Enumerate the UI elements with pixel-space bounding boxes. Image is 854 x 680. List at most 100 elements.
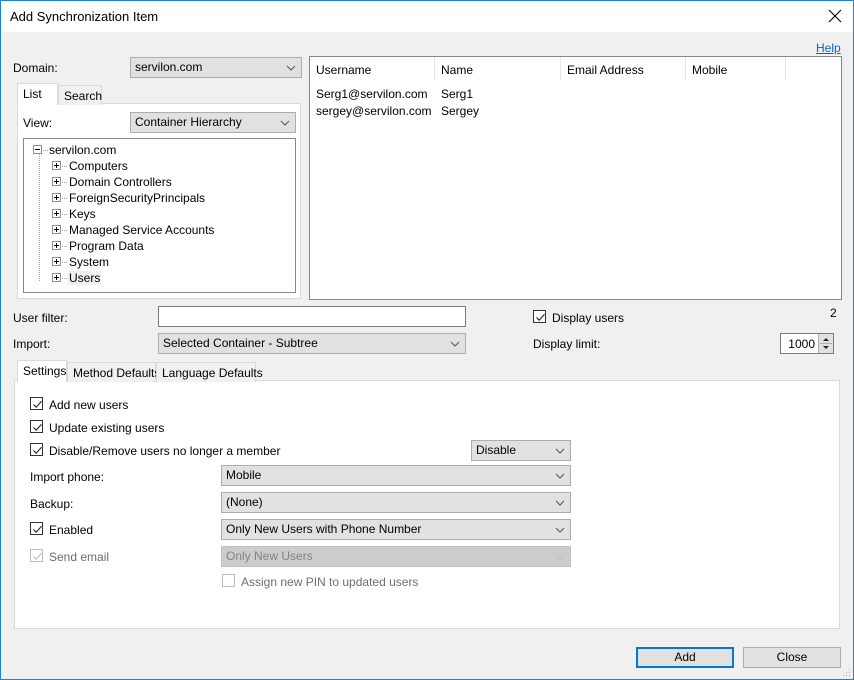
update-existing-users-checkbox[interactable] — [30, 420, 43, 433]
tree-connector — [62, 166, 67, 167]
chevron-down-icon — [286, 65, 296, 71]
table-cell: Serg1@servilon.com — [316, 87, 428, 101]
tree-node-label: servilon.com — [49, 143, 117, 157]
collapse-icon[interactable] — [33, 145, 42, 154]
display-limit-spinner[interactable]: 1000 — [780, 333, 834, 354]
check-icon — [536, 313, 545, 321]
expand-icon[interactable] — [52, 257, 61, 266]
tree-connector — [62, 198, 67, 199]
view-label: View: — [23, 116, 53, 130]
tree-connector — [62, 262, 67, 263]
enabled-select[interactable]: Only New Users with Phone Number — [221, 519, 571, 540]
tree-node-label: Managed Service Accounts — [69, 223, 215, 237]
view-value: Container Hierarchy — [135, 115, 242, 129]
tree-node-label: System — [69, 255, 110, 269]
expand-icon[interactable] — [52, 209, 61, 218]
tree-node-label: Program Data — [69, 239, 144, 253]
column-header[interactable]: Username — [310, 57, 435, 80]
display-users-checkbox[interactable] — [533, 310, 546, 323]
display-users-label: Display users — [552, 311, 625, 325]
view-select[interactable]: Container Hierarchy — [130, 112, 296, 133]
check-icon — [33, 400, 42, 408]
send-email-checkbox[interactable] — [30, 549, 43, 562]
display-limit-value: 1000 — [788, 337, 815, 351]
tab-list-label: List — [23, 87, 42, 101]
tree-connector — [62, 214, 67, 215]
user-filter-label: User filter: — [13, 311, 68, 325]
title-bar: Add Synchronization Item — [1, 1, 853, 32]
expand-icon[interactable] — [52, 161, 61, 170]
add-button[interactable]: Add — [636, 647, 734, 668]
import-phone-select[interactable]: Mobile — [221, 465, 571, 486]
user-count: 2 — [830, 306, 837, 320]
add-sync-item-dialog: Add Synchronization Item Help Domain: se… — [0, 0, 854, 680]
import-phone-label: Import phone: — [30, 470, 105, 484]
expand-icon[interactable] — [52, 193, 61, 202]
tree-node-label: Keys — [69, 207, 96, 221]
tree-connector — [43, 150, 48, 151]
chevron-down-icon — [555, 554, 565, 560]
add-new-users-label: Add new users — [49, 398, 129, 412]
tree-line — [39, 154, 40, 281]
tab-search[interactable]: Search — [58, 85, 102, 105]
tree-connector — [62, 246, 67, 247]
tab-language-defaults[interactable]: Language Defaults — [156, 362, 263, 382]
backup-select[interactable]: (None) — [221, 492, 571, 513]
tab-list[interactable]: List — [17, 83, 58, 105]
tab-method-defaults[interactable]: Method Defaults — [67, 362, 160, 382]
users-list[interactable]: Username Name Email Address Mobile Serg1@se… — [309, 56, 842, 300]
disable-action-value: Disable — [476, 443, 517, 457]
check-icon — [33, 446, 42, 454]
expand-icon[interactable] — [52, 241, 61, 250]
update-existing-users-label: Update existing users — [49, 421, 165, 435]
send-email-select[interactable]: Only New Users — [221, 546, 571, 567]
container-tree[interactable]: servilon.com Computers Domain Controllers… — [23, 138, 296, 293]
expand-icon[interactable] — [52, 273, 61, 282]
spin-buttons[interactable] — [818, 334, 833, 353]
table-row[interactable]: sergey@servilon.com Sergey — [310, 104, 841, 121]
tab-settings-label: Settings — [23, 364, 67, 378]
tree-connector — [62, 182, 67, 183]
column-header[interactable]: Email Address — [561, 57, 686, 80]
close-button[interactable]: Close — [743, 647, 841, 668]
disable-remove-label: Disable/Remove users no longer a member — [49, 444, 281, 458]
send-email-value: Only New Users — [226, 549, 313, 563]
spin-up-down-icon — [820, 338, 832, 349]
table-cell: Sergey — [441, 104, 480, 118]
enabled-checkbox[interactable] — [30, 522, 43, 535]
help-link[interactable]: Help — [816, 41, 841, 55]
column-header[interactable]: Name — [435, 57, 561, 80]
close-x-icon[interactable] — [825, 5, 845, 27]
table-cell: sergey@servilon.com — [316, 104, 432, 118]
check-icon — [33, 552, 42, 560]
check-icon — [33, 423, 42, 431]
domain-select[interactable]: servilon.com — [130, 57, 302, 78]
tab-language-defaults-label: Language Defaults — [162, 366, 263, 380]
tree-connector — [62, 230, 67, 231]
table-row[interactable]: Serg1@servilon.com Serg1 — [310, 87, 841, 104]
column-header[interactable]: Mobile — [686, 57, 786, 80]
tree-node-label: ForeignSecurityPrincipals — [69, 191, 206, 205]
import-select[interactable]: Selected Container - Subtree — [158, 333, 466, 354]
tab-settings[interactable]: Settings — [17, 360, 67, 382]
table-cell: Serg1 — [441, 87, 474, 101]
expand-icon[interactable] — [52, 225, 61, 234]
import-phone-value: Mobile — [226, 468, 262, 482]
add-new-users-checkbox[interactable] — [30, 397, 43, 410]
assign-pin-label: Assign new PIN to updated users — [241, 575, 419, 589]
window-title: Add Synchronization Item — [10, 9, 159, 24]
expand-icon[interactable] — [52, 177, 61, 186]
user-filter-input[interactable] — [158, 306, 466, 327]
chevron-down-icon — [555, 527, 565, 533]
resize-grip-icon[interactable] — [841, 667, 851, 677]
assign-pin-checkbox[interactable] — [222, 574, 235, 587]
disable-remove-checkbox[interactable] — [30, 443, 43, 456]
check-icon — [33, 525, 42, 533]
domain-label: Domain: — [13, 61, 58, 75]
domain-value: servilon.com — [135, 60, 203, 74]
backup-label: Backup: — [30, 497, 74, 511]
chevron-down-icon — [280, 120, 290, 126]
tree-connector — [62, 278, 67, 279]
import-value: Selected Container - Subtree — [163, 336, 318, 350]
disable-action-select[interactable]: Disable — [471, 440, 571, 461]
